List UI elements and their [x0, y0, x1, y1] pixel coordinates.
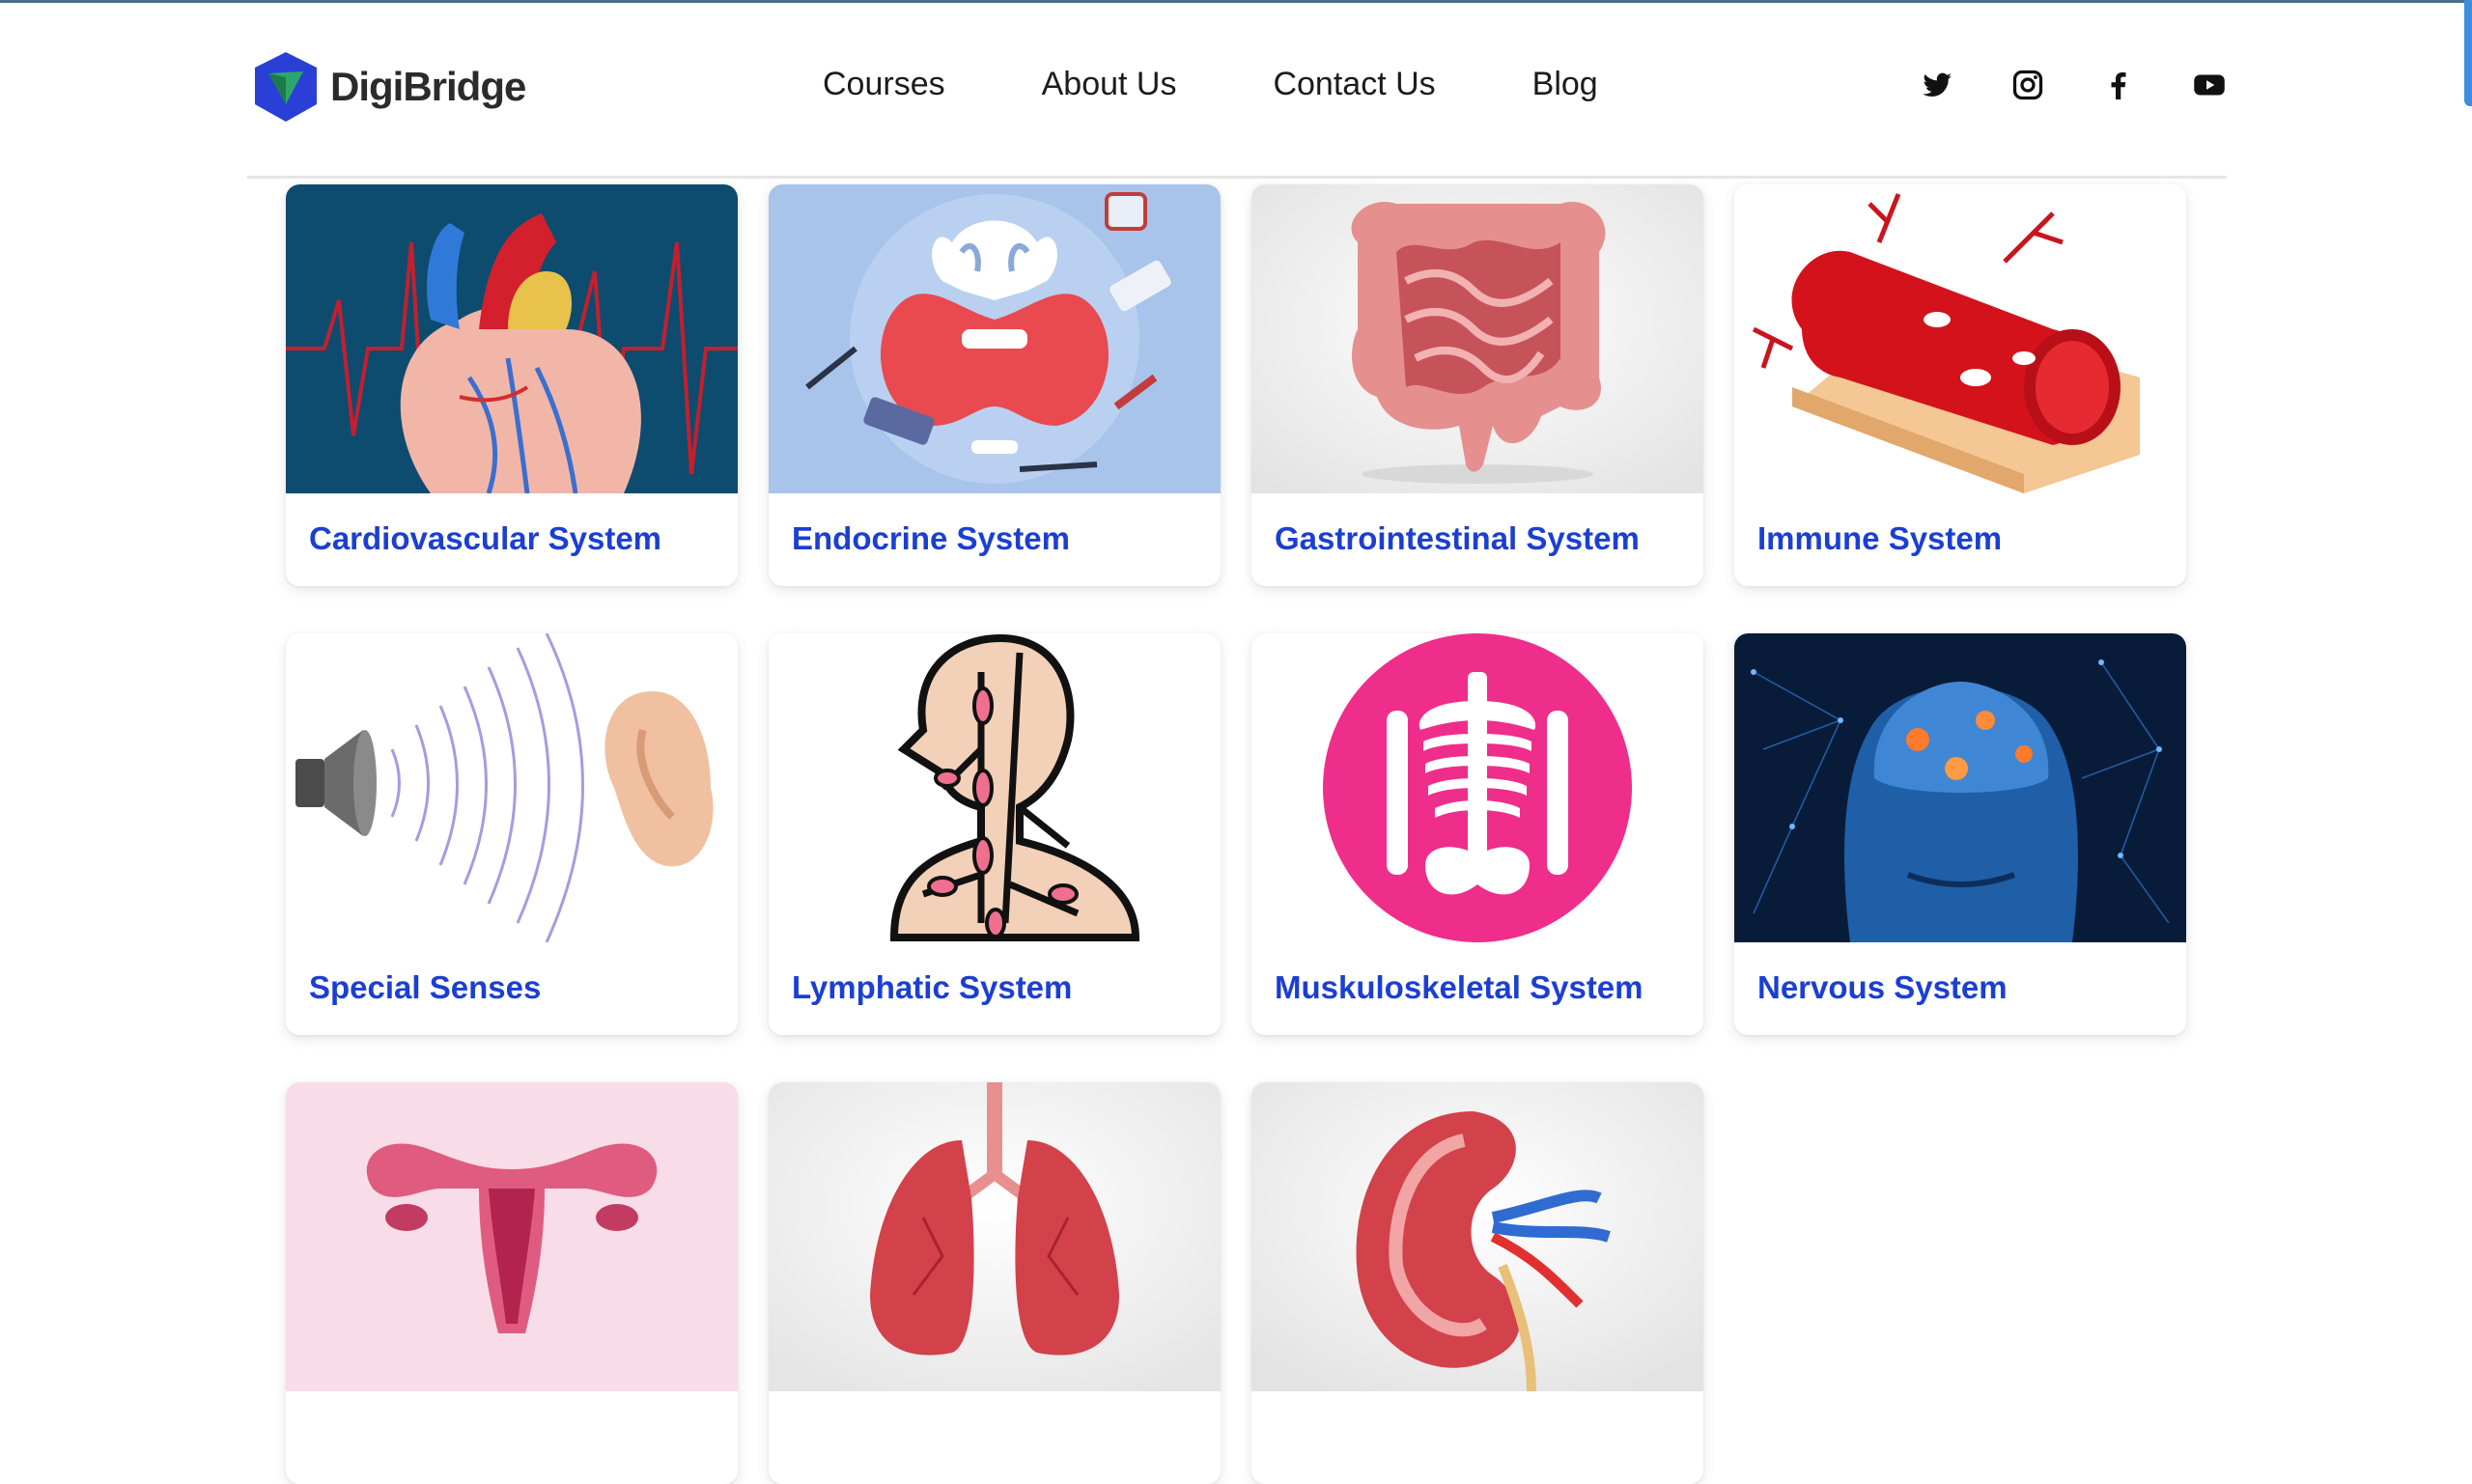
- course-title: Immune System: [1757, 520, 2003, 556]
- course-card-endocrine[interactable]: Endocrine System: [769, 184, 1221, 586]
- top-border: [0, 0, 2472, 3]
- nav-courses[interactable]: Courses: [823, 66, 945, 103]
- logo-icon: [255, 52, 317, 122]
- course-title: Gastrointestinal System: [1275, 520, 1640, 556]
- heart-illustration: [286, 184, 738, 493]
- scroll-edge-tab[interactable]: [2464, 0, 2472, 106]
- course-title: Cardiovascular System: [309, 520, 662, 556]
- course-card-reproductive[interactable]: [286, 1082, 738, 1484]
- course-card-immune[interactable]: Immune System: [1734, 184, 2186, 586]
- main-nav: Courses About Us Contact Us Blog: [823, 66, 1695, 103]
- site-header: DigiBridge Courses About Us Contact Us B…: [247, 29, 2227, 145]
- youtube-icon[interactable]: [2192, 68, 2227, 102]
- ear-sound-illustration: [286, 633, 738, 942]
- brain-illustration: [1734, 633, 2186, 942]
- nav-about-us[interactable]: About Us: [1042, 66, 1177, 103]
- course-card-nervous[interactable]: Nervous System: [1734, 633, 2186, 1035]
- course-card-respiratory[interactable]: [769, 1082, 1221, 1484]
- course-card-renal[interactable]: [1251, 1082, 1703, 1484]
- skeleton-illustration: [1251, 633, 1703, 942]
- uterus-illustration: [286, 1082, 738, 1391]
- instagram-icon[interactable]: [2010, 68, 2045, 102]
- course-card-lymphatic[interactable]: Lymphatic System: [769, 633, 1221, 1035]
- course-card-musculoskeletal[interactable]: Muskuloskeletal System: [1251, 633, 1703, 1035]
- lymphatic-illustration: [769, 633, 1221, 942]
- thyroid-illustration: [769, 184, 1221, 493]
- nav-contact-us[interactable]: Contact Us: [1273, 66, 1435, 103]
- course-title: Muskuloskeletal System: [1275, 969, 1643, 1005]
- course-title: Nervous System: [1757, 969, 2008, 1005]
- nav-blog[interactable]: Blog: [1532, 66, 1598, 103]
- social-links: [1920, 68, 2227, 102]
- brand-name: DigiBridge: [330, 64, 526, 109]
- brand-logo[interactable]: DigiBridge: [247, 48, 526, 126]
- course-title: Lymphatic System: [792, 969, 1073, 1005]
- course-title: Endocrine System: [792, 520, 1070, 556]
- course-card-gastrointestinal[interactable]: Gastrointestinal System: [1251, 184, 1703, 586]
- kidney-illustration: [1251, 1082, 1703, 1391]
- twitter-icon[interactable]: [1920, 68, 1954, 102]
- course-card-cardiovascular[interactable]: Cardiovascular System: [286, 184, 738, 586]
- course-card-special-senses[interactable]: Special Senses: [286, 633, 738, 1035]
- blood-vessel-illustration: [1734, 184, 2186, 493]
- course-title: Special Senses: [309, 969, 542, 1005]
- facebook-icon[interactable]: [2101, 68, 2136, 102]
- header-divider: [247, 176, 2227, 179]
- lungs-illustration: [769, 1082, 1221, 1391]
- intestines-illustration: [1251, 184, 1703, 493]
